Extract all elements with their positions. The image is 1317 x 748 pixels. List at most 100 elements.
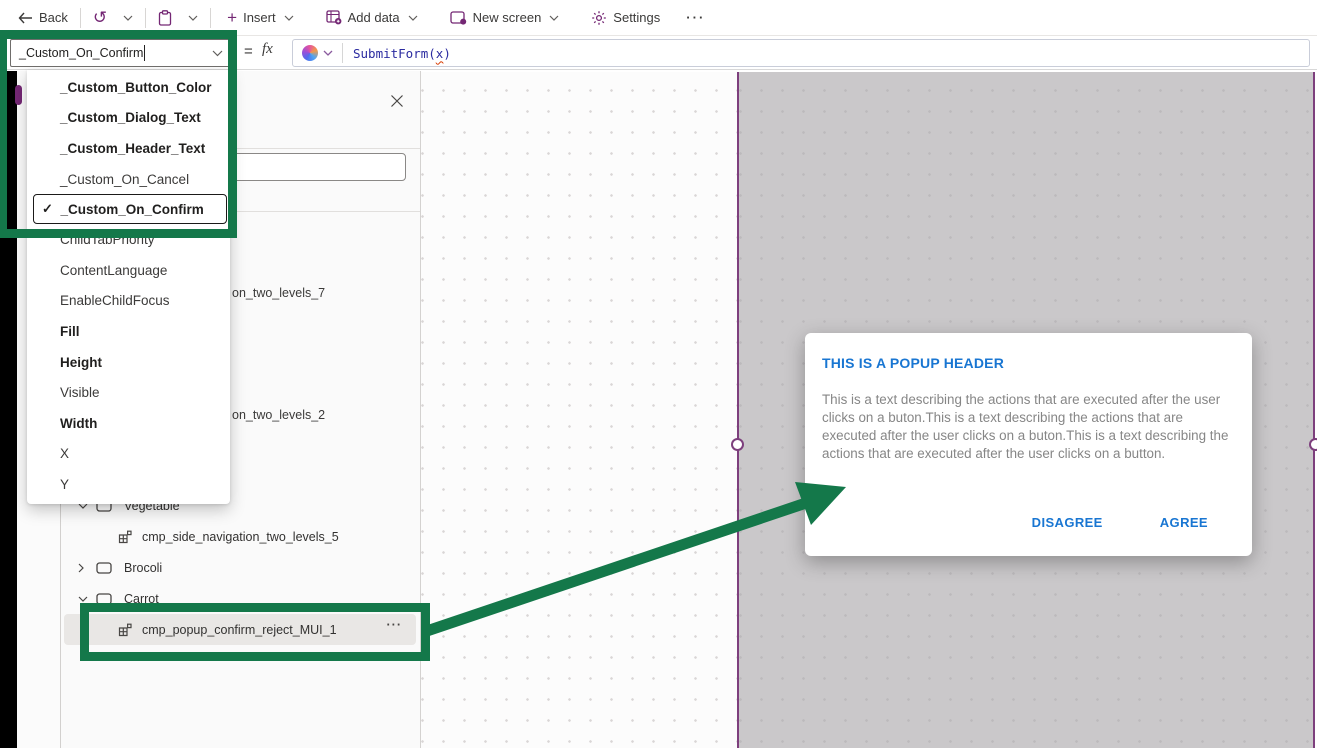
tree-row[interactable]: cmp_popup_confirm_reject_MUI_1 ··· xyxy=(64,614,416,645)
property-menu-item[interactable]: Y xyxy=(27,469,230,500)
tree-row[interactable]: Carrot xyxy=(64,583,416,614)
close-icon xyxy=(390,94,404,108)
property-menu-item[interactable]: _Custom_Header_Text xyxy=(27,133,230,164)
property-dropdown-menu: _Custom_Button_Color _Custom_Dialog_Text _… xyxy=(27,70,230,504)
property-selector-value: _Custom_On_Confirm xyxy=(19,46,143,60)
chevron-down-icon xyxy=(408,15,418,21)
new-screen-button[interactable]: New screen xyxy=(442,0,568,35)
new-screen-icon xyxy=(450,11,467,25)
undo-button[interactable]: ↺ xyxy=(85,0,115,35)
popup-header: THIS IS A POPUP HEADER xyxy=(822,355,1004,371)
property-menu-item[interactable]: Visible xyxy=(27,377,230,408)
property-menu-item-label: EnableChildFocus xyxy=(60,293,170,308)
tree-rows: Vegetablecmp_side_navigation_two_levels_… xyxy=(64,490,416,645)
formula-bar: _Custom_On_Confirm = fx SubmitForm(x) xyxy=(0,36,1317,70)
popup-body-text: This is a text describing the actions th… xyxy=(822,391,1238,463)
undo-menu-button[interactable] xyxy=(115,0,141,35)
add-data-icon xyxy=(326,10,342,25)
property-menu-item[interactable]: Width xyxy=(27,408,230,439)
resize-handle-left[interactable] xyxy=(731,438,744,451)
copilot-button[interactable] xyxy=(293,45,342,61)
chevron-down-icon xyxy=(123,15,133,21)
back-arrow-icon xyxy=(18,12,33,24)
property-menu-item-label: _Custom_On_Confirm xyxy=(61,202,204,217)
toolbar-divider xyxy=(210,8,211,28)
property-menu-item-label: ContentLanguage xyxy=(60,263,167,278)
property-menu-item[interactable]: _Custom_On_Cancel xyxy=(27,164,230,195)
container-icon xyxy=(96,593,112,605)
left-rail-overlay xyxy=(0,71,17,748)
formula-divider xyxy=(342,43,343,63)
property-menu-item[interactable]: EnableChildFocus xyxy=(27,286,230,317)
chevron-down-icon xyxy=(212,50,223,57)
tree-row-label: Brocoli xyxy=(124,561,162,575)
component-icon xyxy=(118,530,132,544)
formula-input[interactable]: SubmitForm(x) xyxy=(292,39,1310,67)
power-apps-studio: Back ↺ + Insert Add data New screen xyxy=(0,0,1317,748)
selection-left-edge xyxy=(737,72,739,748)
popup-dialog[interactable]: THIS IS A POPUP HEADER This is a text de… xyxy=(805,333,1252,556)
insert-label: Insert xyxy=(243,10,276,25)
property-menu-item-label: X xyxy=(60,446,69,461)
toolbar-divider xyxy=(80,8,81,28)
toolbar-divider xyxy=(145,8,146,28)
back-label: Back xyxy=(39,10,68,25)
property-menu-item[interactable]: ChildTabPriority xyxy=(27,224,230,255)
property-menu-item[interactable]: _Custom_Button_Color xyxy=(27,72,230,103)
property-menu-item-label: Visible xyxy=(60,385,100,400)
canvas-workspace[interactable] xyxy=(421,72,737,748)
paste-menu-button[interactable] xyxy=(180,0,206,35)
agree-button[interactable]: AGREE xyxy=(1160,515,1208,530)
tree-item-clipped[interactable]: on_two_levels_2 xyxy=(232,408,325,422)
close-panel-button[interactable] xyxy=(383,87,411,115)
add-data-button[interactable]: Add data xyxy=(318,0,426,35)
new-screen-label: New screen xyxy=(473,10,542,25)
text-cursor xyxy=(144,45,145,61)
tree-item-clipped[interactable]: on_two_levels_7 xyxy=(232,286,325,300)
chevron-down-icon[interactable] xyxy=(78,596,88,602)
property-menu-item-label: Fill xyxy=(60,324,80,339)
tree-row-label: cmp_popup_confirm_reject_MUI_1 xyxy=(142,623,337,637)
property-menu-item-label: Width xyxy=(60,416,97,431)
popup-actions: DISAGREE AGREE xyxy=(1032,515,1208,530)
chevron-down-icon xyxy=(188,15,198,21)
property-menu-item-label: _Custom_Header_Text xyxy=(60,141,205,156)
tree-row-label: Carrot xyxy=(124,592,159,606)
tree-row-label: cmp_side_navigation_two_levels_5 xyxy=(142,530,339,544)
property-menu-item[interactable]: Height xyxy=(27,347,230,378)
chevron-right-icon[interactable] xyxy=(78,563,88,573)
formula-text: SubmitForm(x) xyxy=(353,46,451,61)
property-menu-item-label: ChildTabPriority xyxy=(60,232,155,247)
property-menu-item-label: Height xyxy=(60,355,102,370)
clipboard-icon xyxy=(158,10,172,26)
property-menu-item[interactable]: _Custom_Dialog_Text xyxy=(27,103,230,134)
property-selector-combobox[interactable]: _Custom_On_Confirm xyxy=(10,39,232,67)
property-menu-item-label: _Custom_Dialog_Text xyxy=(60,110,201,125)
property-menu-item-label: Y xyxy=(60,477,69,492)
component-icon xyxy=(118,623,132,637)
gear-icon xyxy=(591,10,607,26)
toolbar-overflow-button[interactable]: ··· xyxy=(676,10,715,25)
property-menu-item[interactable]: Fill xyxy=(27,316,230,347)
insert-button[interactable]: + Insert xyxy=(219,0,301,35)
equals-sign: = xyxy=(244,43,253,60)
fx-label: fx xyxy=(262,41,273,58)
copilot-icon xyxy=(302,45,318,61)
top-toolbar: Back ↺ + Insert Add data New screen xyxy=(0,0,1317,36)
chevron-down-icon xyxy=(323,50,333,56)
back-button[interactable]: Back xyxy=(10,0,76,35)
resize-handle-right[interactable] xyxy=(1309,438,1317,451)
settings-button[interactable]: Settings xyxy=(583,0,668,35)
tree-row[interactable]: Brocoli xyxy=(64,552,416,583)
disagree-button[interactable]: DISAGREE xyxy=(1032,515,1103,530)
container-icon xyxy=(96,562,112,574)
property-menu-item-label: _Custom_On_Cancel xyxy=(60,172,189,187)
add-data-label: Add data xyxy=(348,10,400,25)
paste-button[interactable] xyxy=(150,0,180,35)
property-menu-item[interactable]: ContentLanguage xyxy=(27,255,230,286)
settings-label: Settings xyxy=(613,10,660,25)
tree-row[interactable]: cmp_side_navigation_two_levels_5 xyxy=(64,521,416,552)
more-options-button[interactable]: ··· xyxy=(387,618,403,632)
property-menu-item[interactable]: ✓_Custom_On_Confirm xyxy=(33,194,227,224)
property-menu-item[interactable]: X xyxy=(27,439,230,470)
